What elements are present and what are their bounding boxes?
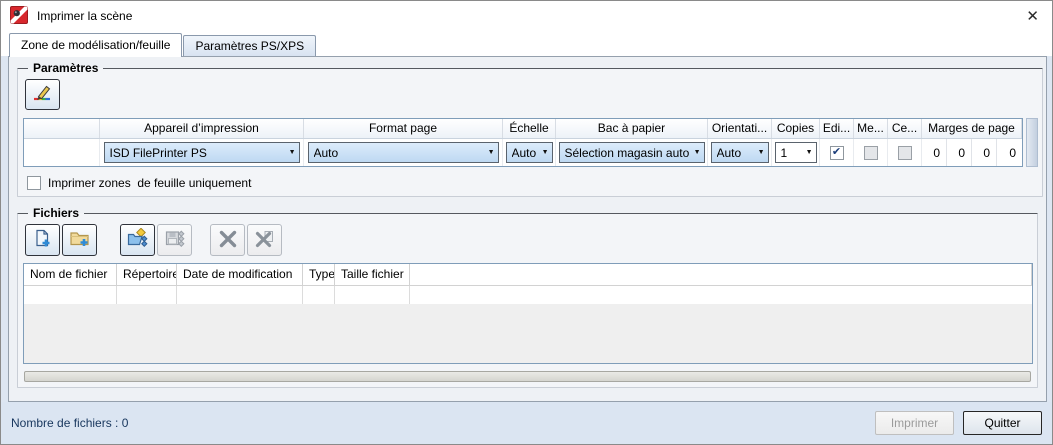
tab-strip: Zone de modélisation/feuille Paramètres … (1, 31, 1052, 57)
page-format-value: Auto (313, 145, 339, 160)
col-header-margins: Marges de page (922, 119, 1022, 138)
col-header-copies: Copies (772, 119, 820, 138)
col-header-directory[interactable]: Répertoire (117, 264, 177, 285)
print-button[interactable]: Imprimer (875, 411, 954, 435)
printer-device-select[interactable]: ISD FilePrinter PS ▼ (103, 142, 300, 163)
files-table-header: Nom de fichier Répertoire Date de modifi… (24, 264, 1032, 286)
chevron-down-icon: ▼ (693, 149, 701, 156)
title-bar: Imprimer la scène ✕ (1, 1, 1052, 31)
files-table-empty-area (24, 304, 1032, 363)
delete-all-files-button[interactable] (247, 224, 282, 256)
chevron-down-icon: ▼ (288, 149, 296, 156)
col-header-tray: Bac à papier (556, 119, 708, 138)
col-header-orientation: Orientati... (708, 119, 772, 138)
paper-tray-select[interactable]: Sélection magasin auto ▼ (558, 142, 705, 163)
delete-file-icon (218, 229, 238, 252)
add-file-icon (32, 228, 53, 252)
paper-tray-value: Sélection magasin auto (564, 145, 690, 160)
file-count-label: Nombre de fichiers : 0 (11, 416, 129, 430)
chevron-down-icon: ▼ (805, 149, 813, 156)
footer-bar: Nombre de fichiers : 0 Imprimer Quitter (1, 402, 1052, 444)
save-files-button[interactable] (157, 224, 192, 256)
margin-bottom-value[interactable]: 0 (997, 139, 1022, 166)
parameters-table: Appareil d’impression Format page Échell… (23, 118, 1023, 167)
print-sheet-zones-checkbox[interactable] (27, 176, 41, 190)
generate-files-button[interactable] (120, 224, 155, 256)
col-header-edi: Edi... (820, 119, 854, 138)
margin-top-value[interactable]: 0 (947, 139, 972, 166)
col-header-rowselect (24, 119, 100, 138)
generate-files-icon (127, 227, 149, 252)
chevron-down-icon: ▼ (541, 149, 549, 156)
col-header-me: Me... (854, 119, 888, 138)
col-header-scale: Échelle (503, 119, 556, 138)
delete-all-files-icon (254, 229, 275, 252)
tab-parametres-ps-xps[interactable]: Paramètres PS/XPS (183, 35, 317, 56)
margin-left-value[interactable]: 0 (922, 139, 947, 166)
parametres-group-label: Paramètres (33, 61, 99, 75)
print-sheet-zones-label: Imprimer zones de feuille uniquement (48, 176, 252, 190)
col-header-modified[interactable]: Date de modification (177, 264, 303, 285)
add-folder-icon (69, 228, 91, 252)
scale-select[interactable]: Auto ▼ (505, 142, 553, 163)
col-header-ce: Ce... (888, 119, 922, 138)
add-folder-button[interactable] (62, 224, 97, 256)
edi-checkbox[interactable]: ✔ (829, 145, 844, 160)
save-files-icon (164, 228, 186, 252)
scale-value: Auto (511, 145, 537, 160)
empty-file-row[interactable] (24, 286, 1032, 304)
copies-value: 1 (780, 145, 788, 160)
add-file-button[interactable] (25, 224, 60, 256)
fichiers-group-label: Fichiers (33, 206, 80, 220)
parameters-table-header: Appareil d’impression Format page Échell… (24, 119, 1022, 139)
fichiers-group: Fichiers Nom de fichier Répertoire Date … (17, 206, 1038, 388)
orientation-value: Auto (716, 145, 742, 160)
window-title: Imprimer la scène (37, 9, 133, 23)
ce-checkbox[interactable] (897, 145, 912, 160)
quit-button[interactable]: Quitter (963, 411, 1042, 435)
printer-device-value: ISD FilePrinter PS (109, 145, 207, 160)
tab-panel: Paramètres Appareil d’impression Format … (8, 56, 1047, 402)
margin-right-value[interactable]: 0 (972, 139, 997, 166)
col-header-spacer (410, 264, 1032, 285)
close-icon[interactable]: ✕ (1026, 9, 1039, 24)
app-icon (10, 5, 28, 27)
files-toolbar (25, 224, 1033, 256)
col-header-format: Format page (304, 119, 503, 138)
vertical-scrollbar[interactable] (1026, 118, 1038, 167)
chevron-down-icon: ▼ (487, 149, 495, 156)
files-table: Nom de fichier Répertoire Date de modifi… (23, 263, 1033, 364)
edit-parameters-button[interactable] (25, 79, 60, 110)
orientation-select[interactable]: Auto ▼ (710, 142, 769, 163)
parameters-row: ISD FilePrinter PS ▼ Auto ▼ Auto ▼ Sélec… (24, 139, 1022, 166)
row-selector-cell[interactable] (24, 139, 100, 166)
delete-file-button[interactable] (210, 224, 245, 256)
parametres-group: Paramètres Appareil d’impression Format … (17, 61, 1043, 197)
progress-bar (24, 371, 1031, 382)
me-checkbox[interactable] (863, 145, 878, 160)
col-header-device: Appareil d’impression (100, 119, 304, 138)
page-format-select[interactable]: Auto ▼ (307, 142, 499, 163)
check-icon: ✔ (831, 146, 842, 158)
copies-select[interactable]: 1 ▼ (774, 142, 817, 163)
pen-icon (32, 84, 54, 105)
col-header-filename[interactable]: Nom de fichier (24, 264, 117, 285)
col-header-size[interactable]: Taille fichier (335, 264, 410, 285)
tab-zone-modelisation[interactable]: Zone de modélisation/feuille (9, 33, 183, 57)
print-scene-dialog: Imprimer la scène ✕ Zone de modélisation… (0, 0, 1053, 445)
col-header-type[interactable]: Type (303, 264, 335, 285)
chevron-down-icon: ▼ (757, 149, 765, 156)
